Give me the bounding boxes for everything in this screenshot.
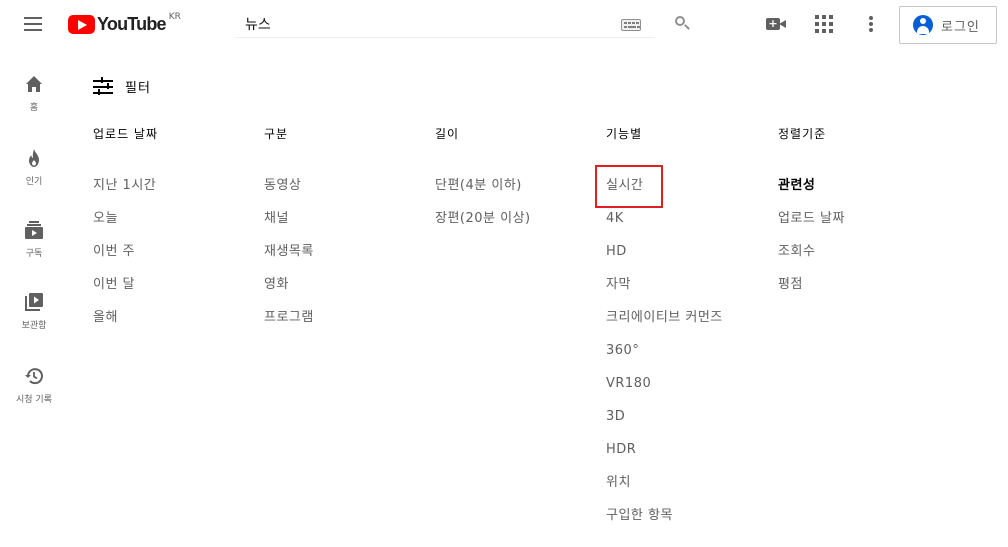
filter-option[interactable]: 오늘 bbox=[93, 210, 263, 243]
filter-option[interactable]: HDR bbox=[606, 441, 776, 474]
filter-option[interactable]: 프로그램 bbox=[264, 309, 434, 342]
sort-option[interactable]: 업로드 날짜 bbox=[778, 210, 948, 243]
sidebar-item-label: 보관함 bbox=[21, 321, 47, 331]
filter-option[interactable]: 이번 주 bbox=[93, 243, 263, 276]
sidebar-item-label: 시청 기록 bbox=[16, 395, 52, 405]
filter-option[interactable]: 단편(4분 이하) bbox=[435, 177, 605, 210]
logo-text: YouTube bbox=[97, 13, 167, 34]
sidebar-item-home[interactable]: 홈 bbox=[0, 74, 68, 134]
create-video-icon[interactable]: + bbox=[764, 14, 788, 34]
search-icon[interactable] bbox=[672, 13, 692, 33]
filter-column-title: 길이 bbox=[435, 127, 460, 141]
filter-option[interactable]: 크리에이티브 커먼즈 bbox=[606, 309, 776, 342]
apps-grid-icon[interactable] bbox=[815, 15, 833, 33]
filter-option[interactable]: 구입한 항목 bbox=[606, 507, 776, 540]
filter-option[interactable]: 360° bbox=[606, 342, 776, 375]
sort-option[interactable]: 조회수 bbox=[778, 243, 948, 276]
filter-column-title: 구분 bbox=[264, 127, 289, 141]
filter-label: 필터 bbox=[125, 80, 151, 96]
youtube-play-icon bbox=[68, 14, 95, 34]
login-button[interactable]: 로그인 bbox=[899, 6, 997, 44]
filter-column-title: 기능별 bbox=[606, 127, 643, 141]
logo-region: KR bbox=[168, 12, 181, 22]
sort-option[interactable]: 평점 bbox=[778, 276, 948, 309]
subscriptions-icon bbox=[25, 221, 43, 239]
menu-icon[interactable] bbox=[22, 13, 44, 35]
filter-column-duration: 길이 단편(4분 이하) 장편(20분 이상) bbox=[435, 125, 595, 226]
filter-column-upload-date: 업로드 날짜 지난 1시간 오늘 이번 주 이번 달 올해 bbox=[93, 125, 253, 325]
sort-option-selected[interactable]: 관련성 bbox=[778, 177, 948, 210]
search-input[interactable] bbox=[245, 14, 605, 34]
login-label: 로그인 bbox=[941, 19, 980, 35]
library-icon bbox=[25, 293, 43, 311]
sidebar: 홈 인기 구독 보관함 시청 기록 bbox=[0, 50, 68, 547]
filter-option[interactable]: 3D bbox=[606, 408, 776, 441]
filter-option[interactable]: 자막 bbox=[606, 276, 776, 309]
sidebar-item-label: 홈 bbox=[29, 103, 39, 113]
filter-column-title: 정렬기준 bbox=[778, 127, 827, 141]
filter-option[interactable]: 지난 1시간 bbox=[93, 177, 263, 210]
filter-option[interactable]: 위치 bbox=[606, 474, 776, 507]
tune-icon bbox=[93, 77, 113, 95]
youtube-logo[interactable]: YouTube KR bbox=[68, 12, 181, 35]
filter-column-sort: 정렬기준 관련성 업로드 날짜 조회수 평점 bbox=[778, 125, 938, 292]
history-icon bbox=[25, 368, 43, 385]
filter-option[interactable]: HD bbox=[606, 243, 776, 276]
top-header: YouTube KR + 로그인 bbox=[0, 0, 1008, 50]
home-icon bbox=[26, 76, 42, 92]
filter-column-type: 구분 동영상 채널 재생목록 영화 프로그램 bbox=[264, 125, 424, 325]
account-icon bbox=[913, 15, 933, 35]
highlight-box bbox=[595, 165, 663, 208]
filter-option[interactable]: 장편(20분 이상) bbox=[435, 210, 605, 243]
filter-toggle-button[interactable]: 필터 bbox=[93, 76, 151, 96]
filter-column-features: 기능별 실시간 4K HD 자막 크리에이티브 커먼즈 360° VR180 3… bbox=[606, 125, 766, 523]
filter-option[interactable]: 동영상 bbox=[264, 177, 434, 210]
sidebar-item-library[interactable]: 보관함 bbox=[0, 292, 68, 352]
filter-option[interactable]: 채널 bbox=[264, 210, 434, 243]
filter-column-title: 업로드 날짜 bbox=[93, 127, 159, 141]
sidebar-item-trending[interactable]: 인기 bbox=[0, 148, 68, 208]
filter-option[interactable]: 영화 bbox=[264, 276, 434, 309]
filter-option[interactable]: 올해 bbox=[93, 309, 263, 342]
filter-option[interactable]: 이번 달 bbox=[93, 276, 263, 309]
search-box bbox=[235, 10, 655, 38]
fire-icon bbox=[29, 149, 39, 167]
sidebar-item-history[interactable]: 시청 기록 bbox=[0, 366, 68, 426]
filter-option[interactable]: VR180 bbox=[606, 375, 776, 408]
filter-option[interactable]: 4K bbox=[606, 210, 776, 243]
keyboard-icon[interactable] bbox=[621, 19, 641, 31]
more-vert-icon[interactable] bbox=[866, 14, 876, 34]
sidebar-item-label: 구독 bbox=[25, 249, 43, 259]
filter-option[interactable]: 재생목록 bbox=[264, 243, 434, 276]
sidebar-item-subscriptions[interactable]: 구독 bbox=[0, 220, 68, 280]
sidebar-item-label: 인기 bbox=[25, 177, 43, 187]
